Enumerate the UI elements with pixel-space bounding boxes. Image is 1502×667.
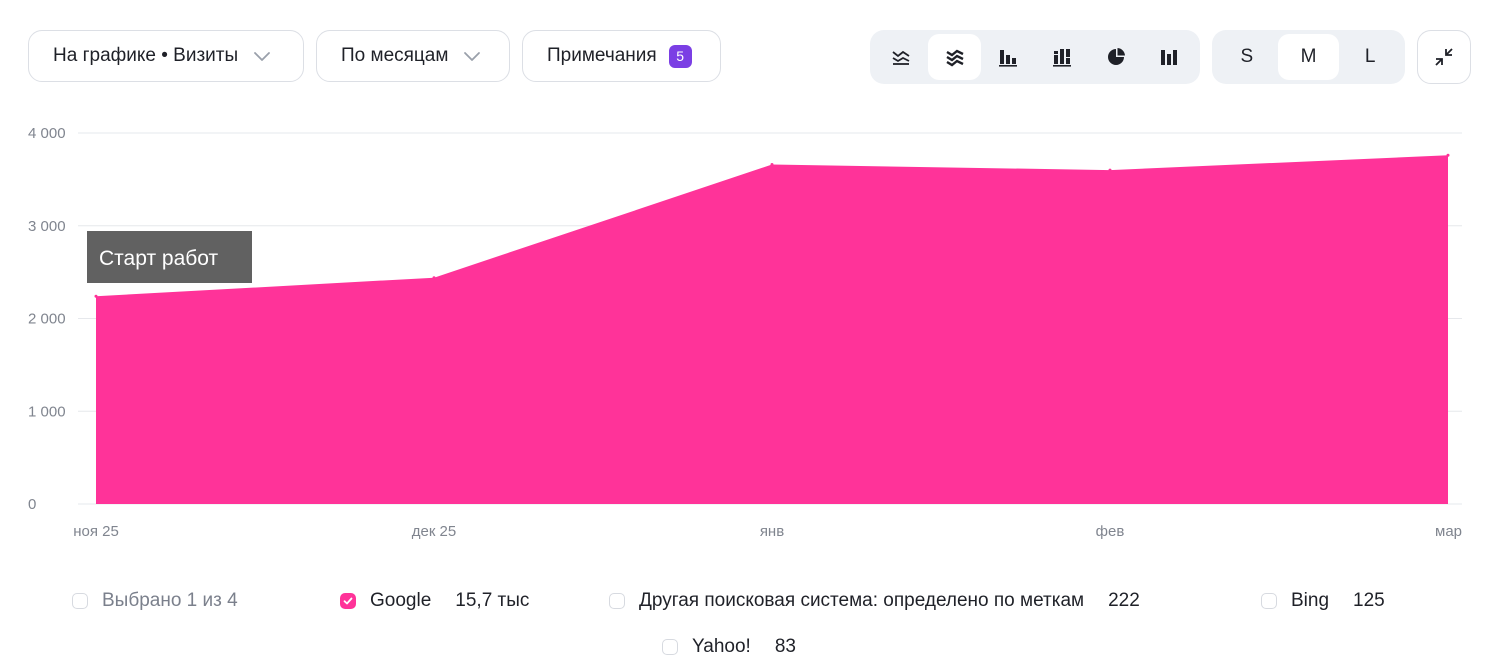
legend-item-value: 83 xyxy=(774,636,796,657)
checkbox-icon[interactable] xyxy=(662,639,678,655)
notes-count-badge: 5 xyxy=(668,44,692,68)
select-all-checkbox[interactable] xyxy=(72,593,88,609)
y-tick-label: 2 000 xyxy=(28,311,66,328)
visits-area-chart: 0 1 000 2 000 3 000 4 000 ноя 25 дек 25 янв фев м… xyxy=(28,125,1462,540)
legend-item-value: 222 xyxy=(1108,590,1140,611)
selected-count-label: Выбрано 1 из 4 xyxy=(102,590,238,611)
notes-button[interactable]: Примечания 5 xyxy=(522,30,721,82)
checkbox-checked-icon[interactable] xyxy=(340,593,356,609)
area-stacked-icon[interactable] xyxy=(927,34,982,80)
data-point xyxy=(432,276,436,280)
size-switcher: S M L xyxy=(1212,30,1405,84)
x-tick-label: янв xyxy=(760,523,784,540)
annotation-label: Старт работ xyxy=(99,247,219,270)
size-option-m[interactable]: M xyxy=(1277,34,1340,80)
x-tick-label: фев xyxy=(1096,523,1125,540)
stacked-bar-icon[interactable] xyxy=(1035,34,1089,80)
x-tick-label: дек 25 xyxy=(412,523,457,540)
legend-item-value: 125 xyxy=(1353,590,1385,611)
x-tick-label: мар xyxy=(1435,523,1462,540)
legend-item-other-search[interactable]: Другая поисковая система: определено по … xyxy=(609,586,1140,616)
data-point xyxy=(770,163,774,167)
pie-icon[interactable] xyxy=(1089,34,1143,80)
period-dropdown[interactable]: По месяцам xyxy=(316,30,510,82)
collapse-icon xyxy=(1435,48,1453,66)
legend-item-bing[interactable]: Bing 125 xyxy=(1261,586,1385,616)
column-icon[interactable] xyxy=(1142,34,1196,80)
legend-item-name: Другая поисковая система: определено по … xyxy=(639,590,1085,611)
legend-item-value: 15,7 тыс xyxy=(455,590,530,611)
legend-item-name: Google xyxy=(370,590,432,611)
metric-dropdown[interactable]: На графике • Визиты xyxy=(28,30,304,82)
notes-button-label: Примечания xyxy=(547,45,657,66)
x-tick-label: ноя 25 xyxy=(73,523,119,540)
area-unstacked-icon[interactable] xyxy=(874,34,928,80)
collapse-button[interactable] xyxy=(1417,30,1471,84)
checkbox-icon[interactable] xyxy=(609,593,625,609)
chevron-down-icon xyxy=(250,44,274,68)
data-point xyxy=(1446,153,1450,157)
metric-dropdown-label: На графике • Визиты xyxy=(53,45,239,66)
y-tick-label: 1 000 xyxy=(28,403,66,420)
period-dropdown-label: По месяцам xyxy=(341,45,449,66)
y-tick-label: 4 000 xyxy=(28,125,66,142)
data-point xyxy=(1108,168,1112,172)
legend-item-name: Bing xyxy=(1291,590,1330,611)
chart-type-switcher xyxy=(870,30,1200,84)
data-point xyxy=(94,294,98,298)
size-option-s[interactable]: S xyxy=(1216,34,1278,80)
legend-item-name: Yahoo! xyxy=(692,636,751,657)
y-tick-label: 3 000 xyxy=(28,218,66,235)
size-option-l[interactable]: L xyxy=(1339,34,1401,80)
legend-item-yahoo[interactable]: Yahoo! 83 xyxy=(662,632,796,662)
chart-legend: Выбрано 1 из 4 Google 15,7 тыс Другая по… xyxy=(0,582,1502,667)
y-tick-label: 0 xyxy=(28,496,36,513)
chevron-down-icon xyxy=(460,44,484,68)
chart-toolbar: На графике • Визиты По месяцам Примечани… xyxy=(0,0,1502,110)
legend-item-google[interactable]: Google 15,7 тыс xyxy=(340,586,529,616)
bar-icon[interactable] xyxy=(981,34,1035,80)
series-area-google xyxy=(96,155,1448,504)
checkbox-icon[interactable] xyxy=(1261,593,1277,609)
legend-select-all[interactable]: Выбрано 1 из 4 xyxy=(72,586,238,616)
